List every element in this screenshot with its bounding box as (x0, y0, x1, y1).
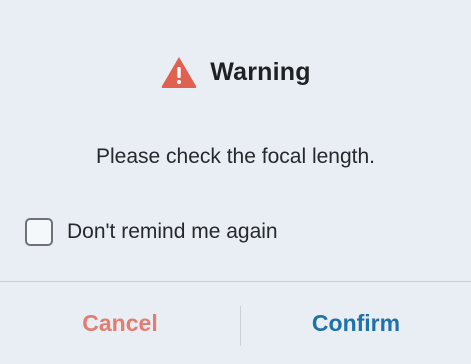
dont-remind-checkbox[interactable] (25, 218, 53, 246)
dialog-title: Warning (210, 57, 311, 86)
dialog-message: Please check the focal length. (95, 145, 375, 168)
warning-dialog: Warning Please check the focal length. D… (0, 0, 471, 364)
confirm-button[interactable]: Confirm (241, 282, 471, 364)
dialog-header: Warning (0, 52, 471, 92)
dont-remind-label: Don't remind me again (67, 220, 278, 243)
dont-remind-option[interactable]: Don't remind me again (25, 218, 278, 246)
cancel-button[interactable]: Cancel (0, 282, 240, 364)
warning-triangle-icon (161, 57, 197, 88)
